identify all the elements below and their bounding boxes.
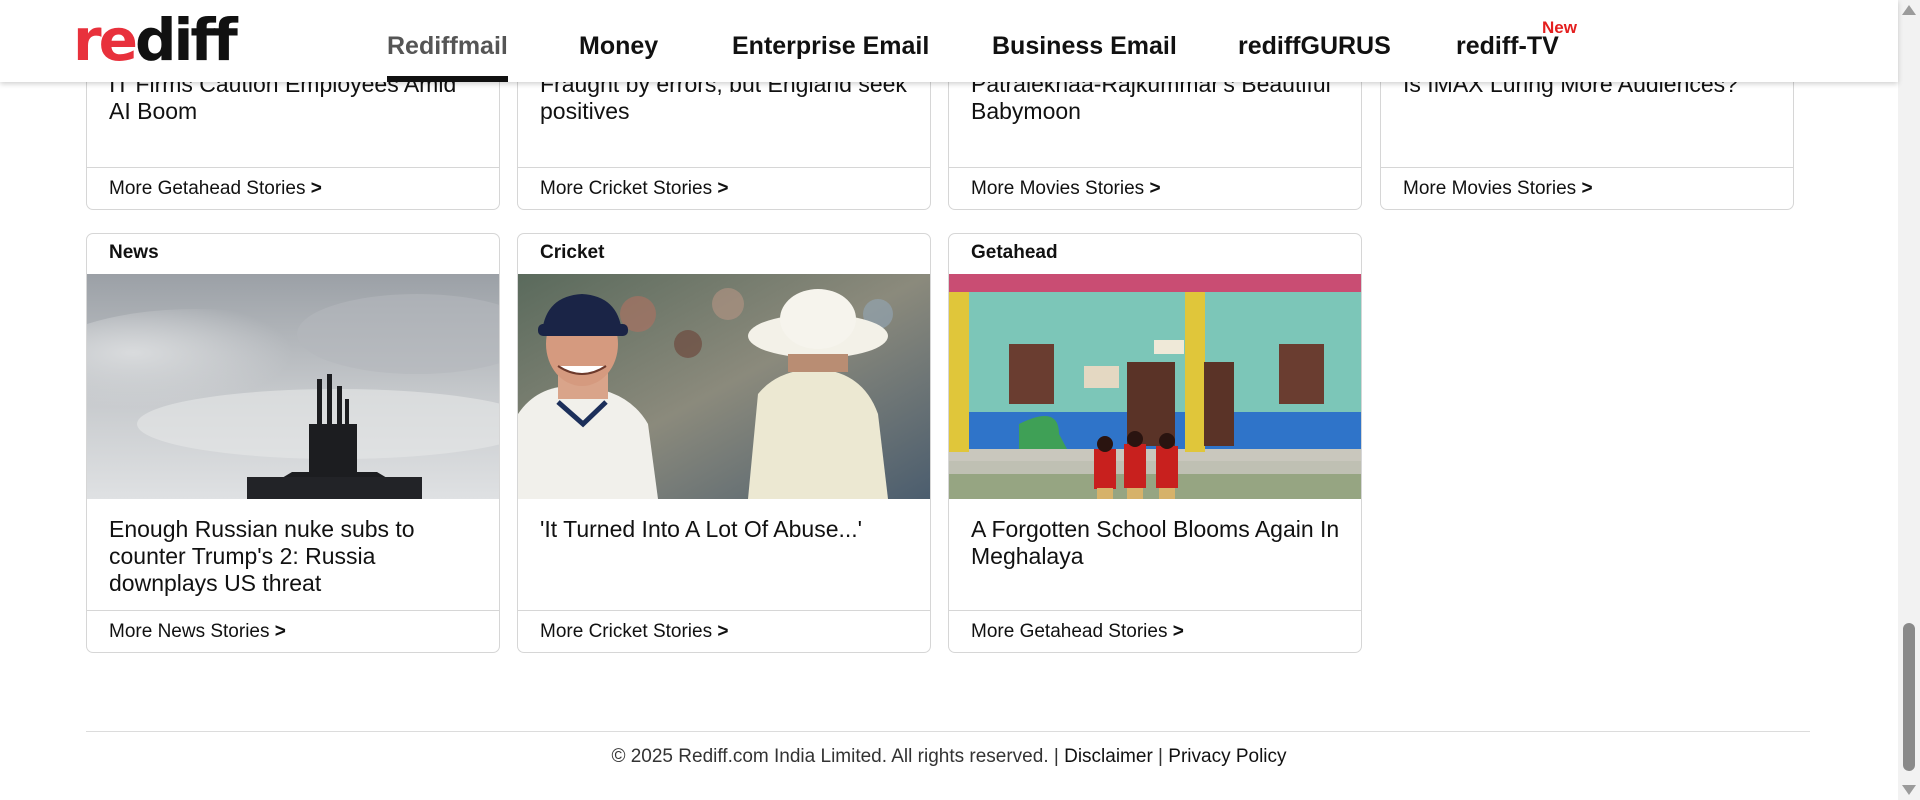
chevron-right-icon: >	[1581, 178, 1593, 199]
more-stories-label: More Cricket Stories	[540, 621, 713, 642]
story-card-getahead[interactable]: Getahead A Forgotten School Blooms Again…	[948, 233, 1362, 653]
footer-divider	[86, 731, 1810, 732]
scroll-up-arrow-icon[interactable]	[1902, 5, 1916, 15]
chevron-right-icon: >	[1172, 621, 1184, 642]
disclaimer-link[interactable]: Disclaimer	[1064, 746, 1153, 767]
more-stories-link[interactable]: More Cricket Stories >	[518, 167, 930, 209]
story-headline[interactable]: Enough Russian nuke subs to counter Trum…	[109, 516, 481, 597]
copyright-text: © 2025 Rediff.com India Limited. All rig…	[611, 746, 1065, 767]
story-headline[interactable]: 'It Turned Into A Lot Of Abuse...'	[540, 516, 912, 543]
school-image[interactable]	[949, 274, 1361, 499]
chevron-right-icon: >	[717, 621, 729, 642]
more-stories-link[interactable]: More Movies Stories >	[1381, 167, 1793, 209]
more-stories-link[interactable]: More Getahead Stories >	[87, 167, 499, 209]
vertical-scrollbar[interactable]	[1898, 0, 1920, 800]
chevron-right-icon: >	[310, 178, 322, 199]
nav-rediff-tv[interactable]: rediff-TV	[1456, 32, 1559, 82]
chevron-right-icon: >	[1149, 178, 1161, 199]
story-headline[interactable]: A Forgotten School Blooms Again In Megha…	[971, 516, 1343, 570]
top-navigation-bar: rediff Rediffmail Money Enterprise Email…	[0, 0, 1898, 82]
nav-rediffmail[interactable]: Rediffmail	[387, 32, 508, 82]
submarine-image[interactable]	[87, 274, 499, 499]
more-stories-label: More Movies Stories	[971, 178, 1145, 199]
more-stories-link[interactable]: More Movies Stories >	[949, 167, 1361, 209]
chevron-right-icon: >	[274, 621, 286, 642]
footer: © 2025 Rediff.com India Limited. All rig…	[0, 746, 1898, 768]
story-card-cricket[interactable]: Cricket 'It Turned Into A Lot Of Abuse..…	[517, 233, 931, 653]
story-category: Cricket	[540, 242, 605, 263]
cricketers-image[interactable]	[518, 274, 930, 499]
more-stories-link[interactable]: More Getahead Stories >	[949, 610, 1361, 652]
more-stories-label: More News Stories	[109, 621, 270, 642]
nav-business-email[interactable]: Business Email	[992, 32, 1177, 82]
more-stories-label: More Getahead Stories	[971, 621, 1168, 642]
scrollbar-thumb[interactable]	[1903, 623, 1915, 771]
nav-rediffgurus[interactable]: rediffGURUS	[1238, 32, 1391, 82]
rediff-logo[interactable]: rediff	[73, 11, 238, 69]
more-stories-label: More Getahead Stories	[109, 178, 306, 199]
chevron-right-icon: >	[717, 178, 729, 199]
new-badge: New	[1542, 18, 1577, 37]
nav-money[interactable]: Money	[579, 32, 658, 82]
more-stories-link[interactable]: More News Stories >	[87, 610, 499, 652]
story-category: Getahead	[971, 242, 1058, 263]
privacy-policy-link[interactable]: Privacy Policy	[1168, 746, 1286, 767]
more-stories-label: More Cricket Stories	[540, 178, 713, 199]
story-card-news[interactable]: News Enough Russian nuke subs to counter…	[86, 233, 500, 653]
nav-enterprise-email[interactable]: Enterprise Email	[732, 32, 929, 82]
scroll-down-arrow-icon[interactable]	[1902, 785, 1916, 795]
story-category: News	[109, 242, 159, 263]
more-stories-link[interactable]: More Cricket Stories >	[518, 610, 930, 652]
more-stories-label: More Movies Stories	[1403, 178, 1577, 199]
footer-separator: |	[1152, 746, 1169, 767]
